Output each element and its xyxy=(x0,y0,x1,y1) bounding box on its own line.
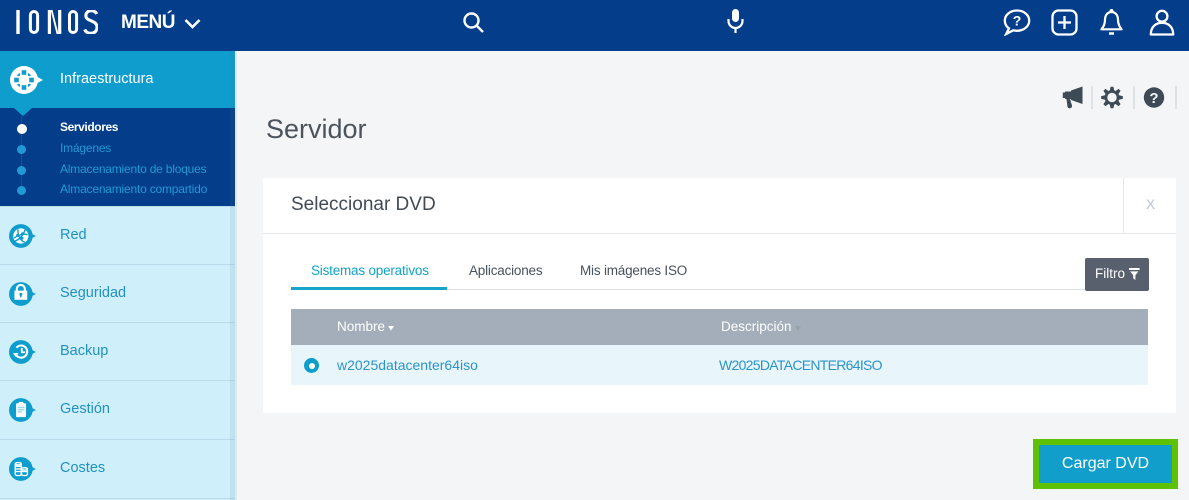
svg-text:?: ? xyxy=(1149,90,1158,107)
svg-text:?: ? xyxy=(1013,13,1022,29)
